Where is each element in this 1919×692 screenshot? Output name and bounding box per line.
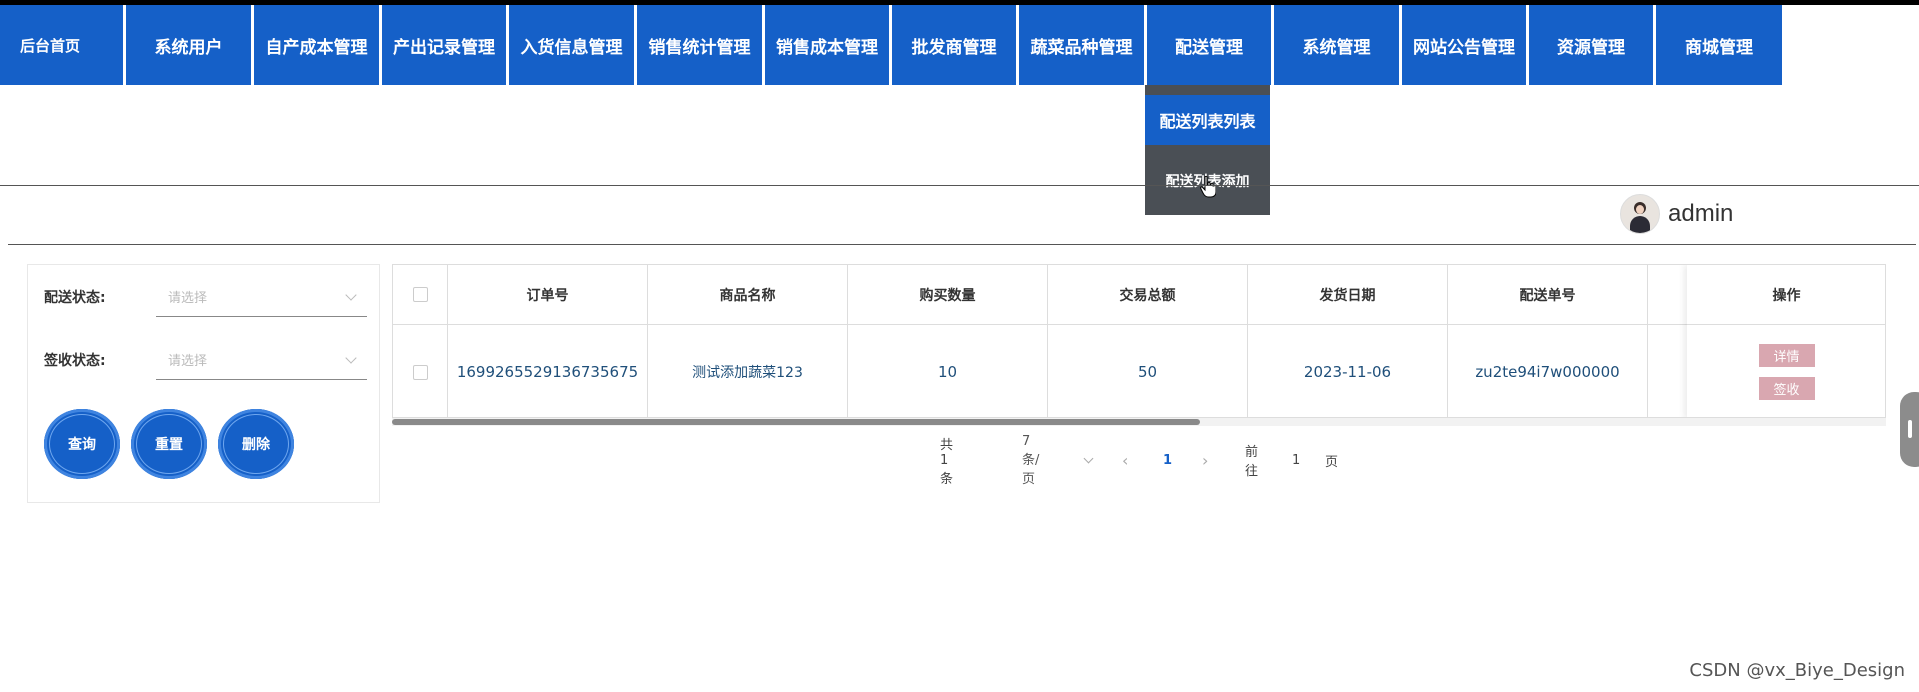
header-total[interactable]: 交易总额 [1048, 265, 1248, 325]
nav-item-sales-stats[interactable]: 销售统计管理 [637, 5, 762, 85]
nav-item-stock-info[interactable]: 入货信息管理 [509, 5, 634, 85]
nav-item-mall[interactable]: 商城管理 [1656, 5, 1782, 85]
row-select-cell [393, 325, 448, 417]
cell-quantity: 10 [848, 325, 1048, 417]
nav-item-system-users[interactable]: 系统用户 [126, 5, 251, 85]
side-drawer-handle[interactable] [1900, 392, 1919, 467]
header-operations: 操作 [1687, 265, 1885, 325]
nav-item-announcements[interactable]: 网站公告管理 [1402, 5, 1526, 85]
sign-status-label: 签收状态: [44, 353, 106, 369]
operations-cell: 详情 签收 [1687, 325, 1885, 417]
nav-item-home[interactable]: 后台首页 [0, 5, 123, 85]
cell-product-name: 测试添加蔬菜123 [648, 325, 848, 417]
chevron-down-icon [345, 351, 357, 364]
nav-item-resources[interactable]: 资源管理 [1529, 5, 1653, 85]
nav-item-delivery[interactable]: 配送管理 [1147, 5, 1271, 85]
nav-item-wholesaler[interactable]: 批发商管理 [892, 5, 1016, 85]
sign-status-select[interactable]: 请选择 [156, 340, 367, 380]
delivery-status-row: 配送状态: 请选择 [44, 277, 367, 317]
nav-item-system-management[interactable]: 系统管理 [1274, 5, 1399, 85]
delivery-table: 订单号 商品名称 购买数量 交易总额 发货日期 配送单号 16992655291… [392, 264, 1886, 418]
select-all-checkbox[interactable] [412, 287, 428, 302]
header-product-name[interactable]: 商品名称 [648, 265, 848, 325]
reset-button[interactable]: 重置 [131, 409, 207, 479]
avatar[interactable] [1620, 194, 1660, 234]
sign-status-row: 签收状态: 请选择 [44, 340, 367, 380]
header-divider [0, 185, 1919, 186]
cell-total: 50 [1048, 325, 1248, 417]
user-info[interactable]: admin [1620, 194, 1733, 234]
goto-label: 前往 [1245, 445, 1259, 479]
header-order-no[interactable]: 订单号 [448, 265, 648, 325]
nav-item-output-records[interactable]: 产出记录管理 [382, 5, 506, 85]
cell-ship-date: 2023-11-06 [1248, 325, 1448, 417]
header-ship-date[interactable]: 发货日期 [1248, 265, 1448, 325]
nav-item-vegetable-varieties[interactable]: 蔬菜品种管理 [1019, 5, 1144, 85]
delete-button[interactable]: 删除 [218, 409, 294, 479]
detail-button[interactable]: 详情 [1758, 344, 1815, 367]
page-unit-label: 页 [1325, 454, 1339, 470]
username: admin [1668, 200, 1734, 227]
table-scrollbar-thumb[interactable] [392, 419, 1200, 425]
chevron-down-icon[interactable] [1083, 453, 1094, 464]
nav-item-sales-cost[interactable]: 销售成本管理 [765, 5, 889, 85]
delivery-status-placeholder: 请选择 [168, 291, 208, 306]
top-nav: 后台首页 系统用户 自产成本管理 产出记录管理 入货信息管理 销售统计管理 销售… [0, 5, 1785, 85]
handle-grip-icon [1908, 420, 1912, 438]
delivery-status-label: 配送状态: [44, 290, 106, 306]
pagination-total: 共 1 条 [940, 437, 954, 487]
operations-column: 操作 详情 签收 [1687, 265, 1885, 417]
dropdown-item-delivery-list[interactable]: 配送列表列表 [1145, 95, 1270, 145]
content-divider [8, 244, 1916, 245]
sign-status-placeholder: 请选择 [168, 354, 208, 369]
nav-item-self-cost[interactable]: 自产成本管理 [254, 5, 379, 85]
sign-button[interactable]: 签收 [1758, 377, 1815, 400]
cell-delivery-no: zu2te94i7w000000 [1448, 325, 1648, 417]
row-checkbox[interactable] [412, 364, 428, 380]
watermark: CSDN @vx_Biye_Design [1689, 660, 1905, 681]
delivery-status-select[interactable]: 请选择 [156, 277, 367, 317]
filter-panel: 配送状态: 请选择 签收状态: 请选择 查询 重置 删除 [27, 264, 380, 503]
goto-page-input[interactable]: 1 [1292, 453, 1300, 468]
chevron-down-icon [345, 288, 357, 301]
cell-order-no: 1699265529136735675 [448, 325, 648, 417]
current-page[interactable]: 1 [1163, 453, 1172, 468]
header-delivery-no[interactable]: 配送单号 [1448, 265, 1648, 325]
select-all-cell [393, 265, 448, 325]
next-page-button[interactable]: › [1202, 451, 1208, 470]
query-button[interactable]: 查询 [44, 409, 120, 479]
page-size-select[interactable]: 7条/页 [1022, 434, 1039, 487]
prev-page-button[interactable]: ‹ [1122, 451, 1128, 470]
hand-cursor-icon [1200, 176, 1216, 198]
header-quantity[interactable]: 购买数量 [848, 265, 1048, 325]
